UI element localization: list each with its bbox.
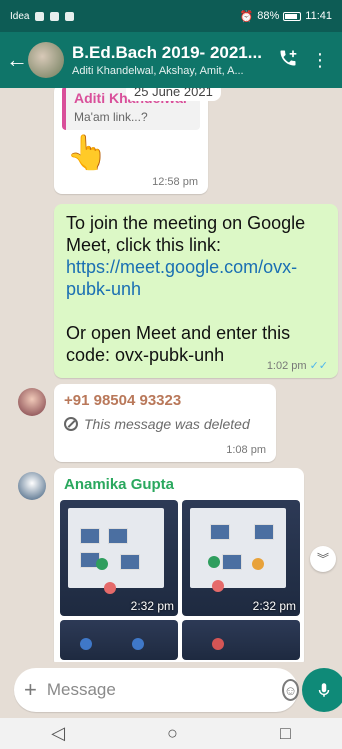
quoted-text: Ma'am link...? <box>74 110 148 124</box>
scroll-to-bottom-button[interactable]: ︾ <box>310 546 336 572</box>
battery-icon <box>283 11 302 21</box>
message-text: Or open Meet and enter this code: ovx-pu… <box>66 323 291 365</box>
image-thumbnail[interactable]: 2:32 pm <box>182 500 300 616</box>
add-call-icon <box>280 50 297 65</box>
message-time: 1:02 pm ✓✓ <box>266 360 328 372</box>
no-entry-icon <box>64 417 78 431</box>
message-time: 1:08 pm <box>226 444 266 456</box>
group-avatar[interactable] <box>28 42 64 78</box>
battery-percent: 88% <box>257 10 280 22</box>
notification-icon <box>50 11 60 21</box>
message-bubble-images[interactable]: Anamika Gupta 2:32 pm 2:32 pm <box>54 468 304 662</box>
chat-members: Aditi Khandelwal, Akshay, Amit, A... <box>72 65 244 77</box>
message-time: 12:58 pm <box>152 176 198 188</box>
avatar[interactable] <box>18 388 46 416</box>
notification-icon <box>65 11 75 21</box>
status-bar: Idea ⏰ 88% 11:41 <box>0 0 342 32</box>
avatar[interactable] <box>18 472 46 500</box>
message-bubble-outgoing[interactable]: To join the meeting on Google Meet, clic… <box>54 204 338 378</box>
nav-home-icon[interactable]: ○ <box>167 723 178 744</box>
message-input[interactable] <box>46 680 268 700</box>
clock: 11:41 <box>305 10 332 22</box>
add-call-icon[interactable] <box>272 48 304 73</box>
image-time: 2:32 pm <box>252 599 296 613</box>
chat-title-block[interactable]: B.Ed.Bach 2019- 2021... Aditi Khandelwal… <box>72 43 272 77</box>
message-composer: + ☺ ₹ ● <box>14 668 342 712</box>
message-bubble-deleted[interactable]: +91 98504 93323 This message was deleted… <box>54 384 276 462</box>
image-thumbnail[interactable]: 2:32 pm <box>60 500 178 616</box>
deleted-notice: This message was deleted <box>64 416 250 432</box>
meet-link[interactable]: https://meet.google.com/ovx-pubk-unh <box>66 256 326 300</box>
nav-recents-icon[interactable]: □ <box>280 723 291 744</box>
microphone-button[interactable] <box>302 668 342 712</box>
alarm-icon: ⏰ <box>239 10 254 23</box>
message-bubble-reply[interactable]: Aditi Khandelwal Ma'am link...? 👆 12:58 … <box>54 88 208 194</box>
chat-area[interactable]: Aditi Khandelwal Ma'am link...? 👆 12:58 … <box>0 88 342 662</box>
more-vertical-icon[interactable]: ⋮ <box>304 50 336 71</box>
deleted-text: This message was deleted <box>84 416 250 432</box>
system-nav-bar: ◁ ○ □ <box>0 718 342 749</box>
sender-name[interactable]: Anamika Gupta <box>64 476 174 493</box>
nav-back-icon[interactable]: ◁ <box>51 723 65 744</box>
image-time: 2:32 pm <box>130 599 174 613</box>
read-ticks-icon: ✓✓ <box>309 360 328 372</box>
chat-header: ← B.Ed.Bach 2019- 2021... Aditi Khandelw… <box>0 32 342 88</box>
sender-name[interactable]: +91 98504 93323 <box>64 392 181 409</box>
microphone-icon <box>318 683 330 697</box>
image-thumbnail[interactable] <box>182 620 300 660</box>
signal-icon <box>35 11 45 21</box>
carrier-label: Idea <box>10 10 30 22</box>
plus-icon[interactable]: + <box>24 677 37 703</box>
date-divider: 25 June 2021 <box>126 88 221 101</box>
image-thumbnail[interactable] <box>60 620 178 660</box>
pointing-up-emoji: 👆 <box>66 134 109 172</box>
arrow-left-icon[interactable]: ← <box>6 49 28 71</box>
chat-title: B.Ed.Bach 2019- 2021... <box>72 43 262 62</box>
emoji-icon[interactable]: ☺ <box>281 679 300 701</box>
message-text: To join the meeting on Google Meet, clic… <box>66 213 306 255</box>
